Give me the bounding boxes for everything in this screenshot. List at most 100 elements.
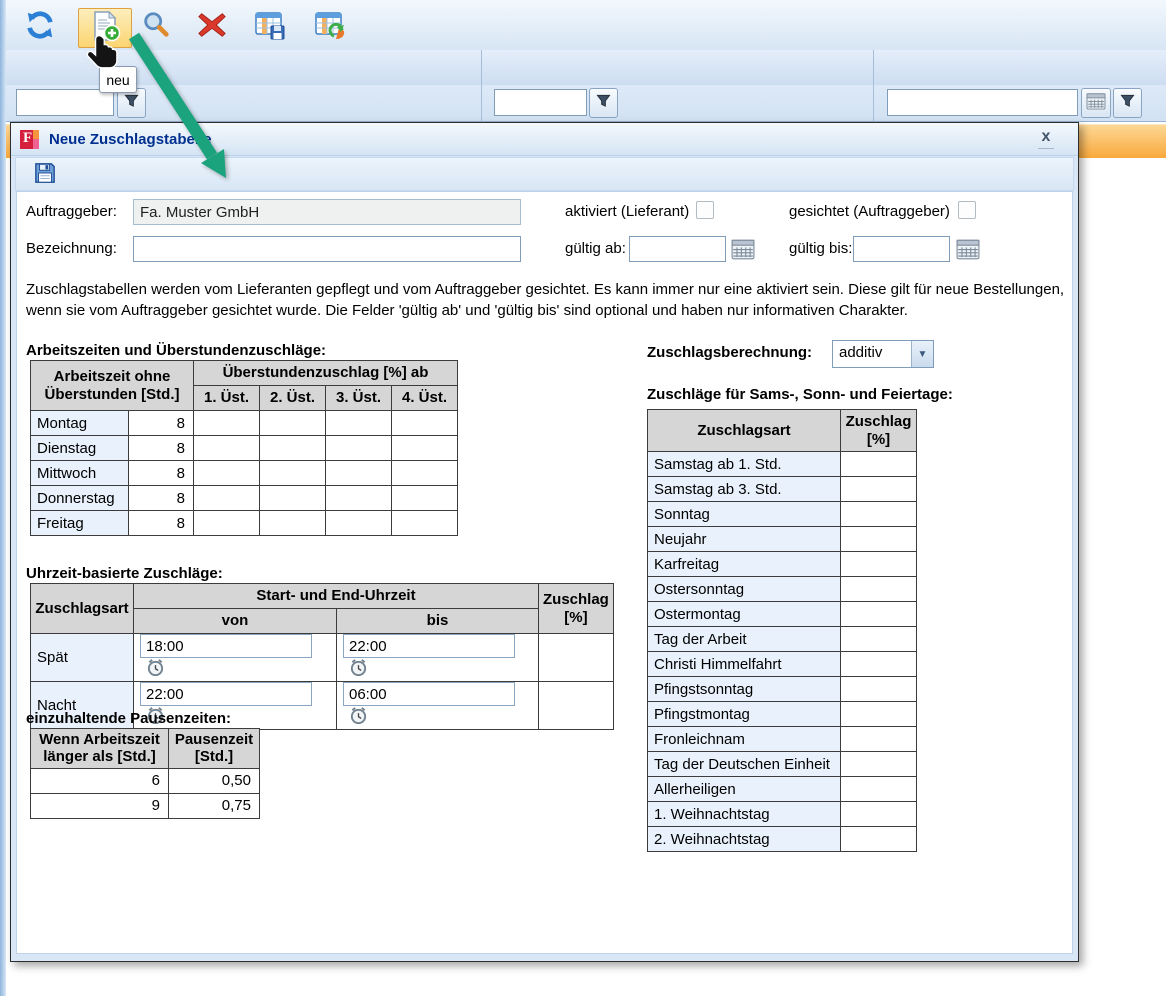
calendar-icon[interactable] bbox=[956, 238, 980, 260]
bis-time-field[interactable] bbox=[343, 682, 515, 706]
gueltig-ab-field[interactable] bbox=[629, 236, 726, 262]
table-row: Freitag 8 bbox=[31, 511, 458, 536]
filter-funnel-button-bezeichnung[interactable] bbox=[589, 88, 618, 118]
uest-cell[interactable] bbox=[326, 411, 392, 436]
holiday-zuschlag-cell[interactable] bbox=[841, 527, 917, 552]
holiday-zuschlag-cell[interactable] bbox=[841, 752, 917, 777]
table-row: 6 0,50 bbox=[31, 768, 260, 793]
worktime-table: Arbeitszeit ohne Überstunden [Std.] Über… bbox=[30, 360, 458, 536]
aktiviert-label: aktiviert (Lieferant) bbox=[565, 203, 689, 220]
timetable-col-bis: bis bbox=[337, 609, 539, 634]
table-import-button[interactable] bbox=[310, 8, 350, 46]
pause-time-cell[interactable]: 0,50 bbox=[169, 768, 260, 793]
timetable-col-group: Start- und End-Uhrzeit bbox=[134, 584, 539, 609]
uest-cell[interactable] bbox=[194, 461, 260, 486]
uest-cell[interactable] bbox=[392, 511, 458, 536]
holiday-zuschlag-cell[interactable] bbox=[841, 452, 917, 477]
holiday-label: Tag der Arbeit bbox=[648, 627, 841, 652]
hours-cell[interactable]: 8 bbox=[129, 436, 194, 461]
uest-cell[interactable] bbox=[260, 461, 326, 486]
uest-cell[interactable] bbox=[194, 411, 260, 436]
holiday-zuschlag-cell[interactable] bbox=[841, 627, 917, 652]
zuschlag-cell[interactable] bbox=[539, 682, 614, 730]
timetable-col-art: Zuschlagsart bbox=[31, 584, 134, 634]
holiday-label: Sonntag bbox=[648, 502, 841, 527]
uest-cell[interactable] bbox=[326, 436, 392, 461]
timetable: Zuschlagsart Start- und End-Uhrzeit Zusc… bbox=[30, 583, 614, 730]
holiday-zuschlag-cell[interactable] bbox=[841, 777, 917, 802]
pause-hours-cell[interactable]: 9 bbox=[31, 793, 169, 818]
uest-cell[interactable] bbox=[392, 486, 458, 511]
uest-cell[interactable] bbox=[194, 486, 260, 511]
table-row: Donnerstag 8 bbox=[31, 486, 458, 511]
holiday-zuschlag-cell[interactable] bbox=[841, 477, 917, 502]
uest-cell[interactable] bbox=[194, 436, 260, 461]
holiday-zuschlag-cell[interactable] bbox=[841, 552, 917, 577]
timetable-col-von: von bbox=[134, 609, 337, 634]
uest-cell[interactable] bbox=[326, 511, 392, 536]
pause-hours-cell[interactable]: 6 bbox=[31, 768, 169, 793]
hours-cell[interactable]: 8 bbox=[129, 461, 194, 486]
close-icon[interactable]: x bbox=[1036, 128, 1056, 148]
table-row: Pfingstmontag bbox=[648, 702, 917, 727]
uest-cell[interactable] bbox=[194, 511, 260, 536]
von-time-field[interactable] bbox=[140, 682, 312, 706]
clock-icon[interactable] bbox=[146, 658, 165, 681]
holiday-zuschlag-cell[interactable] bbox=[841, 702, 917, 727]
chevron-down-icon[interactable]: ▼ bbox=[911, 341, 933, 367]
filter-input-auftraggeber[interactable] bbox=[16, 89, 114, 116]
hours-cell[interactable]: 8 bbox=[129, 511, 194, 536]
table-row: Karfreitag bbox=[648, 552, 917, 577]
clock-icon[interactable] bbox=[349, 658, 368, 681]
calc-dropdown[interactable]: additiv ▼ bbox=[832, 340, 934, 368]
holiday-zuschlag-cell[interactable] bbox=[841, 677, 917, 702]
von-time-field[interactable] bbox=[140, 634, 312, 658]
uest-cell[interactable] bbox=[392, 461, 458, 486]
filter-input-erstellt-am[interactable] bbox=[887, 89, 1078, 116]
holiday-zuschlag-cell[interactable] bbox=[841, 502, 917, 527]
uest-cell[interactable] bbox=[392, 436, 458, 461]
holiday-zuschlag-cell[interactable] bbox=[841, 652, 917, 677]
dialog-neue-zuschlagstabelle: F Neue Zuschlagstabelle x Auftraggeber: … bbox=[10, 122, 1079, 962]
filter-calendar-button[interactable] bbox=[1081, 88, 1111, 118]
uest-cell[interactable] bbox=[392, 411, 458, 436]
table-row: Dienstag 8 bbox=[31, 436, 458, 461]
clock-icon[interactable] bbox=[349, 706, 368, 729]
refresh-button[interactable] bbox=[20, 8, 60, 46]
table-row: 9 0,75 bbox=[31, 793, 260, 818]
hours-cell[interactable]: 8 bbox=[129, 411, 194, 436]
table-row: Ostermontag bbox=[648, 602, 917, 627]
uest-cell[interactable] bbox=[260, 436, 326, 461]
pause-heading: einzuhaltende Pausenzeiten: bbox=[26, 710, 231, 727]
hours-cell[interactable]: 8 bbox=[129, 486, 194, 511]
filter-funnel-button-erstellt-am[interactable] bbox=[1113, 88, 1142, 118]
app-logo-icon: F bbox=[20, 130, 39, 149]
holiday-label: Samstag ab 3. Std. bbox=[648, 477, 841, 502]
holiday-zuschlag-cell[interactable] bbox=[841, 802, 917, 827]
uest-cell[interactable] bbox=[260, 411, 326, 436]
calc-dropdown-value: additiv bbox=[833, 341, 911, 367]
uest-cell[interactable] bbox=[260, 511, 326, 536]
uest-cell[interactable] bbox=[326, 461, 392, 486]
table-row: Allerheiligen bbox=[648, 777, 917, 802]
table-row: Tag der Arbeit bbox=[648, 627, 917, 652]
holiday-zuschlag-cell[interactable] bbox=[841, 827, 917, 852]
gueltig-bis-field[interactable] bbox=[853, 236, 950, 262]
holiday-zuschlag-cell[interactable] bbox=[841, 727, 917, 752]
auftraggeber-field[interactable] bbox=[133, 199, 521, 225]
bezeichnung-field[interactable] bbox=[133, 236, 521, 262]
bis-time-field[interactable] bbox=[343, 634, 515, 658]
pause-time-cell[interactable]: 0,75 bbox=[169, 793, 260, 818]
worktime-subcol: 4. Üst. bbox=[392, 386, 458, 411]
uest-cell[interactable] bbox=[326, 486, 392, 511]
holiday-zuschlag-cell[interactable] bbox=[841, 577, 917, 602]
aktiviert-checkbox[interactable] bbox=[696, 201, 714, 219]
holiday-zuschlag-cell[interactable] bbox=[841, 602, 917, 627]
filter-input-bezeichnung[interactable] bbox=[494, 89, 587, 116]
save-button[interactable] bbox=[34, 162, 56, 188]
table-save-icon bbox=[254, 9, 286, 45]
gesichtet-checkbox[interactable] bbox=[958, 201, 976, 219]
zuschlag-cell[interactable] bbox=[539, 634, 614, 682]
uest-cell[interactable] bbox=[260, 486, 326, 511]
calendar-icon[interactable] bbox=[731, 238, 755, 260]
